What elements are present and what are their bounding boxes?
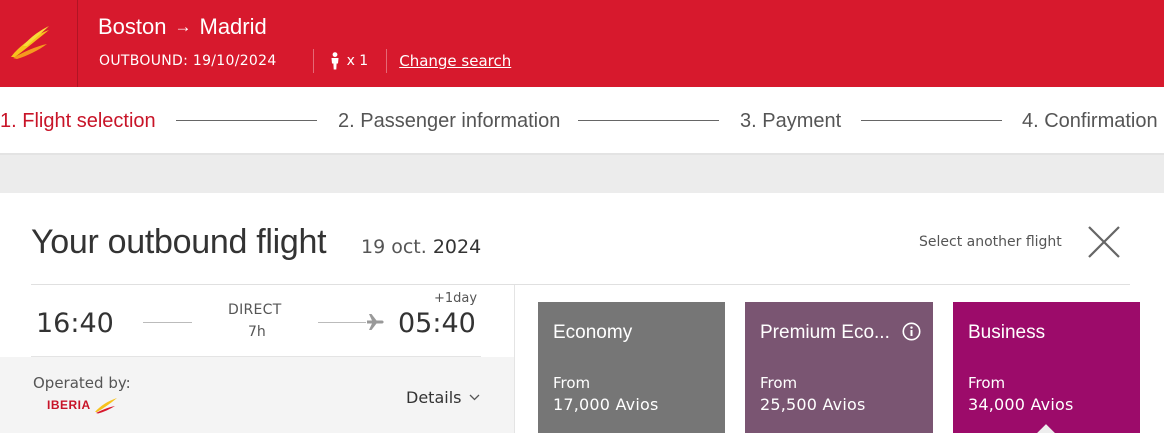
select-another-flight-link[interactable]: Select another flight [919, 234, 1062, 250]
iberia-logo-icon[interactable] [0, 0, 78, 87]
arrival-time: 05:40 [398, 308, 476, 339]
outbound-flight-card: Your outbound flight 19 oct. 2024 Select… [0, 193, 1164, 433]
step-connector [861, 120, 1002, 121]
fare-name: Business [968, 322, 1046, 343]
person-icon [331, 52, 339, 70]
separator [312, 49, 314, 73]
fare-name: Economy [553, 322, 633, 343]
divider [514, 285, 515, 433]
fare-price: 34,000 Avios [968, 395, 1074, 414]
step-confirmation: 4. Confirmation [1022, 110, 1158, 132]
divider [31, 356, 481, 357]
flight-date-day: 19 oct. [361, 236, 427, 258]
route-line [318, 322, 366, 323]
gray-band [0, 155, 1164, 193]
search-summary: OUTBOUND: 19/10/2024 x 1 Change search [99, 49, 511, 73]
iberia-logo-icon [94, 398, 117, 414]
details-label: Details [406, 388, 462, 407]
separator [386, 49, 388, 73]
route-line [143, 322, 192, 323]
step-payment: 3. Payment [740, 110, 842, 132]
fare-economy-button[interactable]: Economy From 17,000 Avios [538, 302, 725, 433]
origin-city: Boston [98, 14, 167, 39]
top-header: Boston → Madrid OUTBOUND: 19/10/2024 x 1… [0, 0, 1164, 87]
fare-price: 25,500 Avios [760, 395, 866, 414]
step-connector [578, 120, 719, 121]
page-title: Your outbound flight [31, 223, 327, 261]
fare-from-label: From [553, 374, 591, 392]
fare-from-label: From [760, 374, 798, 392]
plus-day-badge: +1day [434, 291, 478, 306]
arrow-right-icon: → [174, 17, 192, 36]
details-toggle[interactable]: Details [406, 388, 480, 407]
departure-time: 16:40 [36, 308, 114, 339]
duration-label: 7h [248, 324, 266, 340]
operator-logo: IBERIA [47, 396, 118, 414]
divider [31, 284, 1130, 285]
fare-name: Premium Eco... [760, 322, 890, 343]
fare-business-button[interactable]: Business From 34,000 Avios [953, 302, 1140, 433]
step-flight-selection[interactable]: 1. Flight selection [0, 110, 156, 133]
info-icon[interactable] [902, 322, 921, 345]
fare-price: 17,000 Avios [553, 395, 659, 414]
flight-date-year: 2024 [432, 236, 482, 258]
fare-from-label: From [968, 374, 1006, 392]
chevron-down-icon [470, 394, 480, 401]
plane-icon [366, 312, 384, 336]
passenger-count-label: x 1 [346, 53, 369, 69]
operator-name: IBERIA [47, 398, 91, 412]
passenger-count: x 1 [330, 52, 369, 70]
outbound-date: OUTBOUND: 19/10/2024 [99, 53, 277, 69]
step-passenger-information: 2. Passenger information [338, 110, 561, 132]
destination-city: Madrid [199, 14, 267, 39]
step-connector [176, 120, 317, 121]
progress-steps: 1. Flight selection 2. Passenger informa… [0, 87, 1164, 155]
close-icon[interactable] [1086, 224, 1122, 260]
change-search-link[interactable]: Change search [399, 52, 511, 70]
operated-by-label: Operated by: [33, 374, 131, 392]
route-title: Boston → Madrid [98, 14, 267, 40]
stops-label: DIRECT [228, 302, 282, 318]
flight-date: 19 oct. 2024 [361, 236, 481, 258]
